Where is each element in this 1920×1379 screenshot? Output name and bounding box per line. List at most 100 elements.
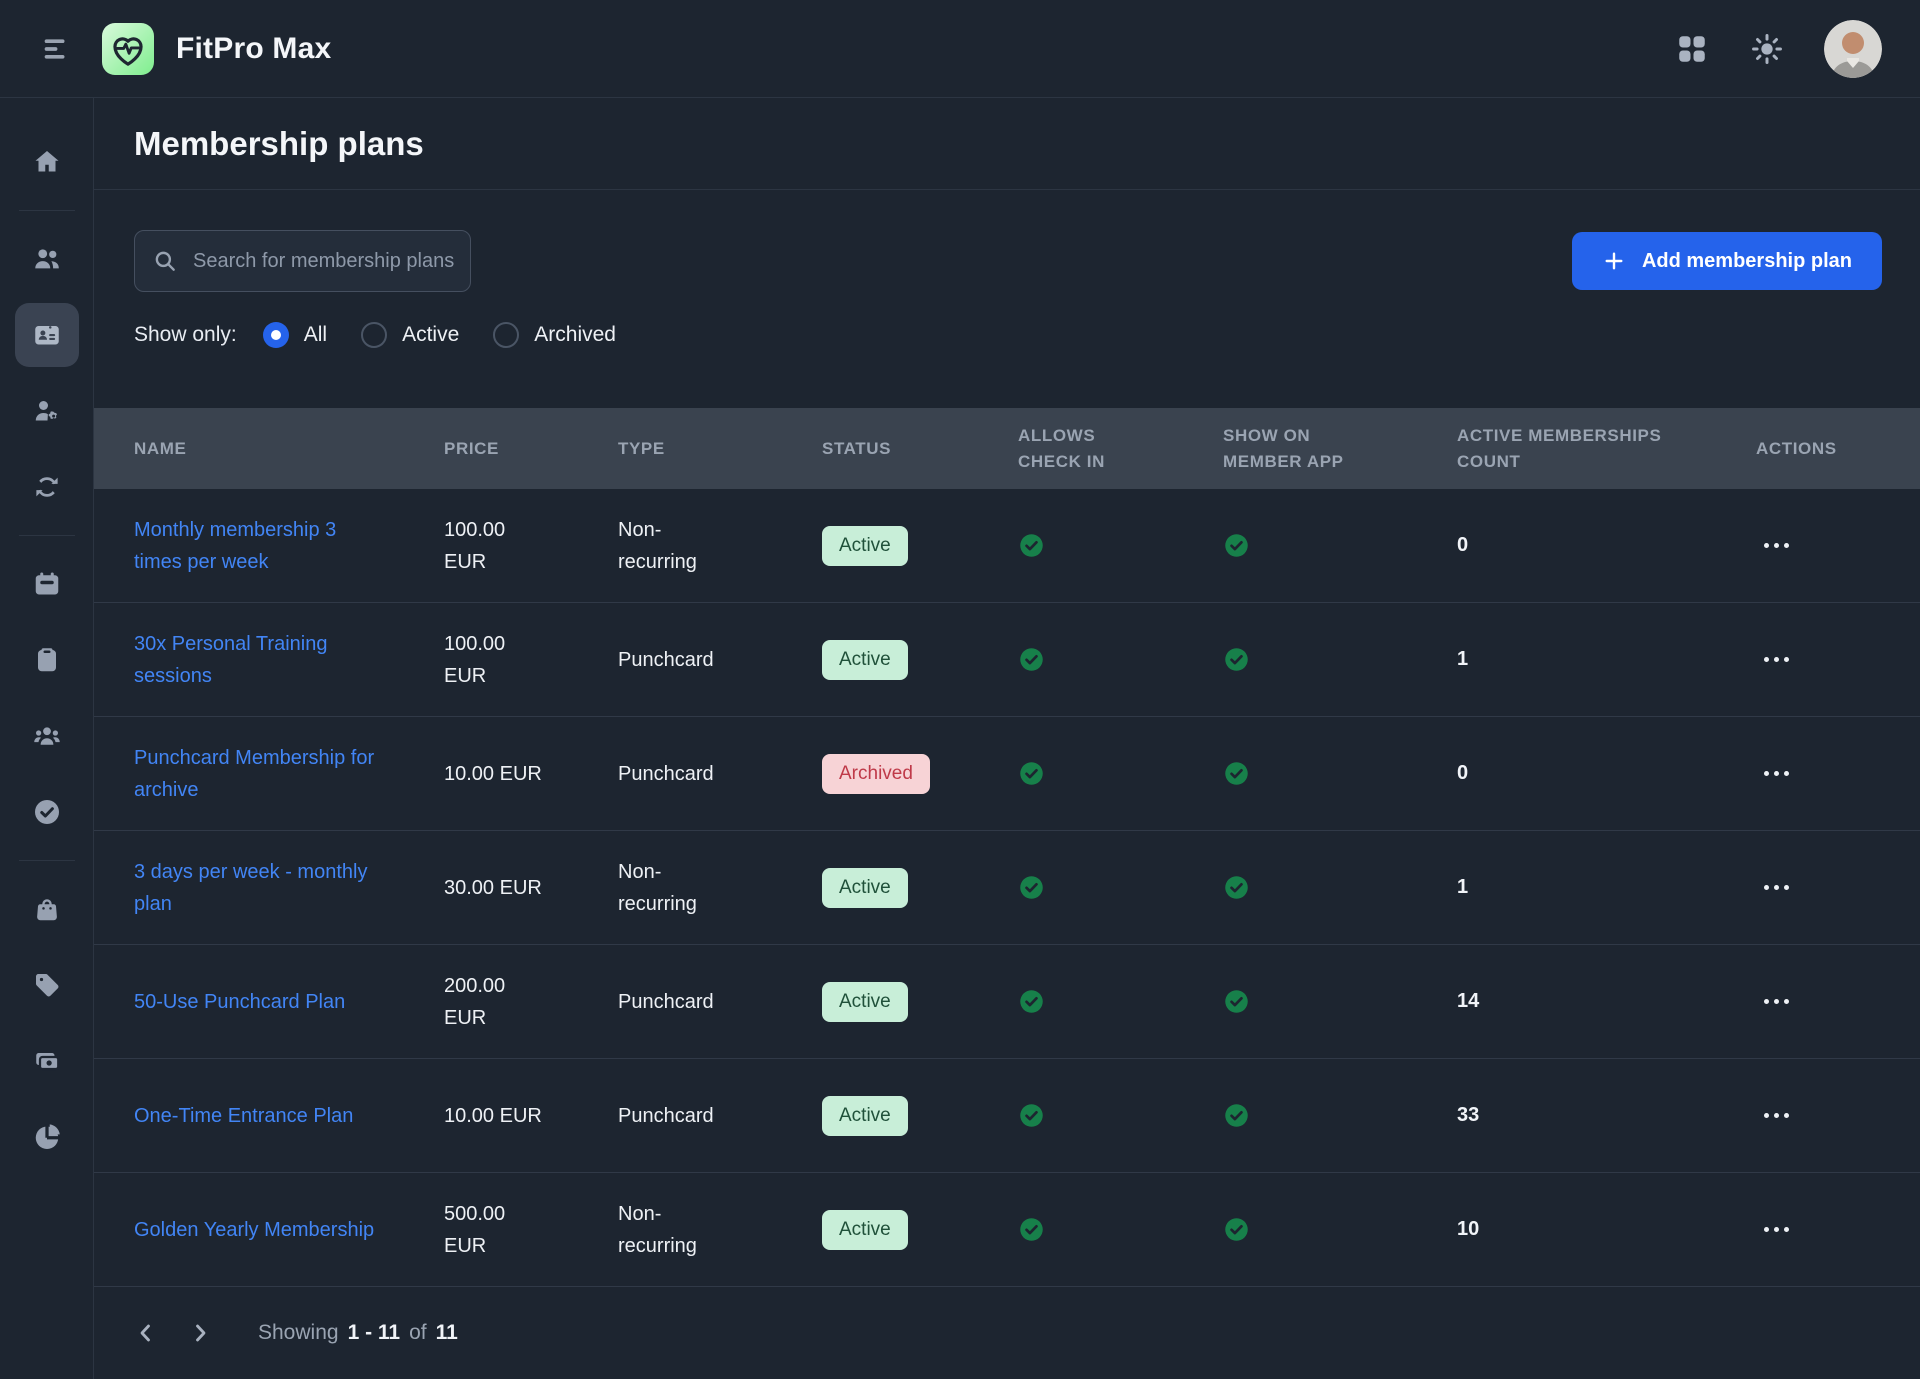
sidebar-item-group[interactable] bbox=[15, 704, 79, 768]
sidebar-item-pie-chart[interactable] bbox=[15, 1105, 79, 1169]
shopping-bag-icon bbox=[32, 894, 62, 924]
user-gear-icon bbox=[32, 396, 62, 426]
column-header-active-memberships-count: ACTIVE MEMBERSHIPS COUNT bbox=[1457, 423, 1697, 474]
sidebar-divider bbox=[19, 535, 75, 536]
sidebar-item-calendar[interactable] bbox=[15, 552, 79, 616]
filter-label: Show only: bbox=[134, 323, 237, 347]
plan-name-link[interactable]: 3 days per week - monthly plan bbox=[134, 856, 384, 920]
filter-radio-all[interactable]: All bbox=[263, 322, 327, 348]
pagination: Showing 1 - 11 of 11 bbox=[94, 1287, 1920, 1379]
page-title: Membership plans bbox=[134, 125, 424, 163]
row-actions-ellipsis-icon[interactable] bbox=[1756, 1227, 1796, 1232]
show-on-member-app-cell bbox=[1223, 874, 1457, 901]
active-memberships-count: 33 bbox=[1457, 1104, 1479, 1126]
plan-type: Non-recurring bbox=[618, 856, 736, 920]
plan-type: Punchcard bbox=[618, 644, 736, 676]
table-row: 3 days per week - monthly plan 30.00 EUR… bbox=[94, 831, 1920, 945]
plan-type: Non-recurring bbox=[618, 514, 736, 578]
chevron-left-icon[interactable] bbox=[134, 1321, 158, 1345]
status-badge: Active bbox=[822, 640, 908, 680]
sidebar-item-check-circle[interactable] bbox=[15, 780, 79, 844]
table-body: Monthly membership 3 times per week 100.… bbox=[94, 489, 1920, 1287]
plan-name-link[interactable]: One-Time Entrance Plan bbox=[134, 1100, 384, 1132]
search-input[interactable] bbox=[134, 230, 471, 292]
pagination-total: 11 bbox=[436, 1321, 458, 1345]
group-icon bbox=[32, 721, 62, 751]
apps-grid-icon[interactable] bbox=[1674, 31, 1710, 67]
sidebar-divider bbox=[19, 210, 75, 211]
sidebar-item-users[interactable] bbox=[15, 227, 79, 291]
row-actions-ellipsis-icon[interactable] bbox=[1756, 771, 1796, 776]
sidebar-item-user-gear[interactable] bbox=[15, 379, 79, 443]
check-circle-icon bbox=[1018, 1216, 1045, 1243]
active-memberships-count: 0 bbox=[1457, 762, 1468, 784]
filter-radio-active[interactable]: Active bbox=[361, 322, 459, 348]
filter-radio-archived[interactable]: Archived bbox=[493, 322, 616, 348]
check-circle-icon bbox=[1018, 532, 1045, 559]
row-actions-ellipsis-icon[interactable] bbox=[1756, 543, 1796, 548]
radio-icon[interactable] bbox=[493, 322, 519, 348]
allows-check-in-cell bbox=[1018, 874, 1223, 901]
check-circle-icon bbox=[1018, 646, 1045, 673]
topbar: FitPro Max bbox=[0, 0, 1920, 98]
sidebar-item-clipboard[interactable] bbox=[15, 628, 79, 692]
check-circle-icon bbox=[32, 797, 62, 827]
plan-name-link[interactable]: Punchcard Membership for archive bbox=[134, 742, 384, 806]
pagination-range: 1 - 11 bbox=[348, 1321, 401, 1345]
table-row: Golden Yearly Membership 500.00 EUR Non-… bbox=[94, 1173, 1920, 1287]
plan-price: 100.00 EUR bbox=[444, 628, 544, 692]
plan-type: Non-recurring bbox=[618, 1198, 736, 1262]
plan-name-link[interactable]: 30x Personal Training sessions bbox=[134, 628, 384, 692]
column-header-name: NAME bbox=[94, 436, 444, 462]
heart-pulse-logo-icon bbox=[102, 23, 154, 75]
row-actions-ellipsis-icon[interactable] bbox=[1756, 1113, 1796, 1118]
allows-check-in-cell bbox=[1018, 1102, 1223, 1129]
active-memberships-count: 10 bbox=[1457, 1218, 1479, 1240]
check-circle-icon bbox=[1223, 1102, 1250, 1129]
status-badge: Active bbox=[822, 1096, 908, 1136]
radio-icon[interactable] bbox=[263, 322, 289, 348]
show-on-member-app-cell bbox=[1223, 988, 1457, 1015]
check-circle-icon bbox=[1018, 760, 1045, 787]
column-header-type: TYPE bbox=[618, 436, 822, 462]
sidebar-item-membership-card[interactable] bbox=[15, 303, 79, 367]
plan-name-link[interactable]: Golden Yearly Membership bbox=[134, 1214, 384, 1246]
user-avatar[interactable] bbox=[1824, 20, 1882, 78]
status-badge: Active bbox=[822, 526, 908, 566]
plan-name-link[interactable]: 50-Use Punchcard Plan bbox=[134, 986, 384, 1018]
row-actions-ellipsis-icon[interactable] bbox=[1756, 999, 1796, 1004]
table-row: 30x Personal Training sessions 100.00 EU… bbox=[94, 603, 1920, 717]
sidebar-item-cash[interactable] bbox=[15, 1029, 79, 1093]
chevron-right-icon[interactable] bbox=[188, 1321, 212, 1345]
plan-type: Punchcard bbox=[618, 1100, 736, 1132]
status-badge: Active bbox=[822, 1210, 908, 1250]
sidebar-item-tag[interactable] bbox=[15, 953, 79, 1017]
app-title: FitPro Max bbox=[176, 32, 331, 66]
add-membership-plan-button[interactable]: Add membership plan bbox=[1572, 232, 1882, 290]
check-circle-icon bbox=[1018, 988, 1045, 1015]
row-actions-ellipsis-icon[interactable] bbox=[1756, 657, 1796, 662]
plan-name-link[interactable]: Monthly membership 3 times per week bbox=[134, 514, 384, 578]
plan-price: 10.00 EUR bbox=[444, 758, 544, 790]
users-icon bbox=[32, 244, 62, 274]
column-header-actions: ACTIONS bbox=[1756, 436, 1920, 462]
row-actions-ellipsis-icon[interactable] bbox=[1756, 885, 1796, 890]
plan-price: 500.00 EUR bbox=[444, 1198, 544, 1262]
active-memberships-count: 0 bbox=[1457, 534, 1468, 556]
check-circle-icon bbox=[1018, 1102, 1045, 1129]
plus-icon bbox=[1602, 249, 1626, 273]
sidebar-divider bbox=[19, 860, 75, 861]
column-header-price: PRICE bbox=[444, 436, 618, 462]
pie-chart-icon bbox=[32, 1122, 62, 1152]
table-row: Punchcard Membership for archive 10.00 E… bbox=[94, 717, 1920, 831]
sidebar-item-shopping-bag[interactable] bbox=[15, 877, 79, 941]
radio-icon[interactable] bbox=[361, 322, 387, 348]
sidebar-item-home[interactable] bbox=[15, 130, 79, 194]
menu-icon[interactable] bbox=[36, 29, 76, 69]
table-row: 50-Use Punchcard Plan 200.00 EUR Punchca… bbox=[94, 945, 1920, 1059]
sidebar-item-sync[interactable] bbox=[15, 455, 79, 519]
check-circle-icon bbox=[1018, 874, 1045, 901]
plan-price: 200.00 EUR bbox=[444, 970, 544, 1034]
theme-sun-icon[interactable] bbox=[1750, 32, 1784, 66]
active-memberships-count: 1 bbox=[1457, 876, 1468, 898]
